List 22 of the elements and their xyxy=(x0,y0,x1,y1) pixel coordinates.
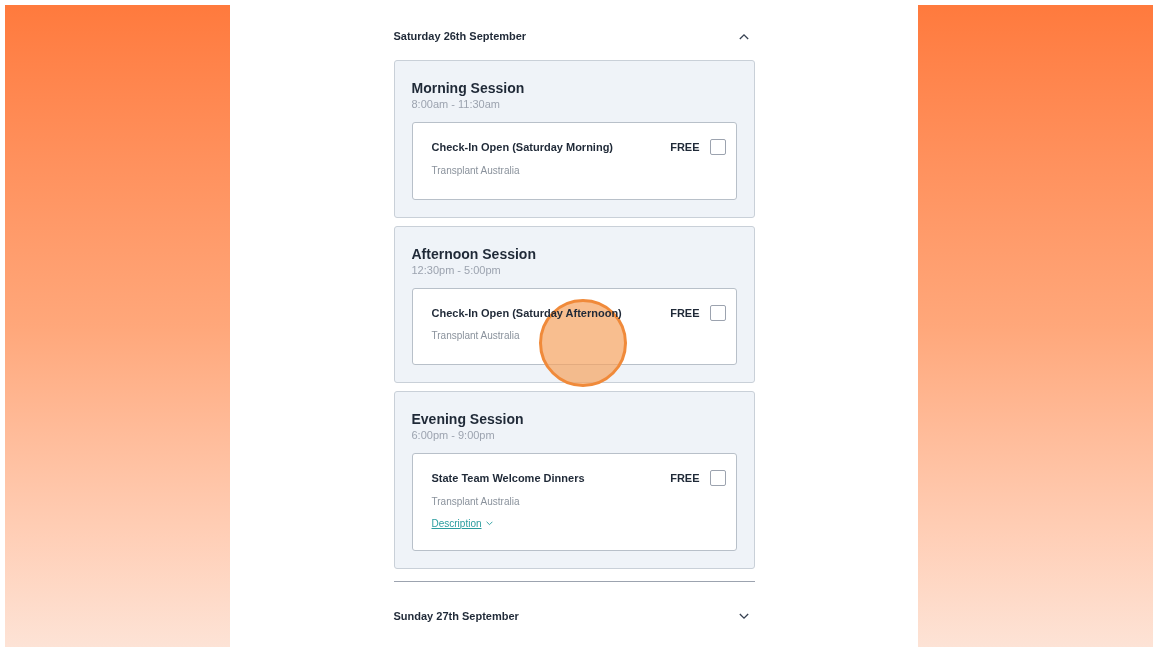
checkbox[interactable] xyxy=(709,139,726,156)
chevron-down-icon xyxy=(485,521,493,526)
event-title: State Team Welcome Dinners xyxy=(431,471,585,486)
price-label: FREE xyxy=(670,471,700,486)
chevron-down-icon xyxy=(738,613,749,620)
organiser-text: Transplant Australia xyxy=(431,329,520,343)
session-title: Morning Session xyxy=(411,79,526,97)
session-title: Evening Session xyxy=(411,410,525,428)
day-header[interactable]: Sunday 27th September xyxy=(393,581,755,647)
event-title: Check-In Open (Saturday Morning) xyxy=(431,140,613,155)
session-time: 12:30pm - 5:00pm xyxy=(411,262,502,277)
day-header[interactable]: Saturday 26th September xyxy=(393,13,755,59)
session-time: 8:00am - 11:30am xyxy=(411,97,501,111)
price-label: FREE xyxy=(670,140,700,155)
checkbox[interactable] xyxy=(709,304,726,321)
price-label: FREE xyxy=(670,305,700,321)
organiser-text: Transplant Australia xyxy=(431,163,520,178)
organiser-text: Transplant Australia xyxy=(431,494,520,509)
chevron-up-icon xyxy=(738,32,749,40)
checkbox[interactable] xyxy=(709,470,726,487)
session-title: Afternoon Session xyxy=(411,244,537,263)
session-time: 6:00pm - 9:00pm xyxy=(411,428,496,442)
